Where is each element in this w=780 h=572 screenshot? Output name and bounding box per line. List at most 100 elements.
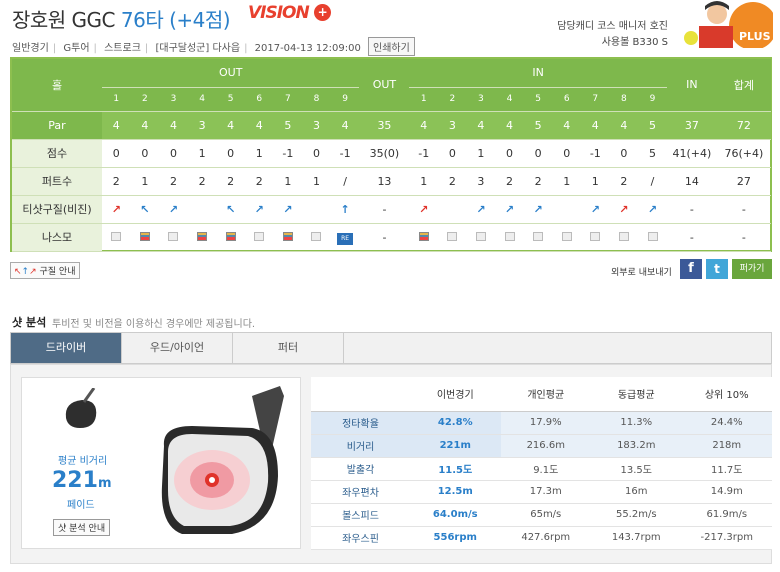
- shot-direction-icon: ↑: [340, 202, 350, 216]
- out-hole-4-value: 1: [187, 139, 217, 168]
- video-icon[interactable]: [418, 231, 429, 241]
- total-label: 합계: [716, 59, 771, 112]
- grand-total-value: 27: [716, 167, 771, 196]
- in-hole-7-value: 4: [581, 111, 610, 140]
- out-hole-7: 7: [273, 87, 303, 112]
- stat-value: 65m/s: [500, 503, 591, 527]
- club-tabs: 드라이버 우드/아이언 퍼터: [10, 332, 772, 364]
- tee-shot-out-2: ↖: [130, 195, 160, 224]
- twitter-icon[interactable]: t: [706, 259, 728, 279]
- out-hole-2-value: 4: [130, 111, 160, 140]
- video-icon[interactable]: [225, 231, 236, 241]
- out-hole-7-value: -1: [273, 139, 303, 168]
- avg-distance-number: 221: [52, 468, 98, 493]
- shot-shape: 페이드: [67, 500, 95, 511]
- video-icon[interactable]: [111, 231, 122, 241]
- shot-analysis-guide-button[interactable]: 샷 분석 안내: [53, 519, 111, 536]
- out-hole-6-value: 1: [244, 139, 274, 168]
- out-hole-4-value: 2: [187, 167, 217, 196]
- stat-value: 61.9m/s: [681, 503, 772, 527]
- stat-value: 11.5도: [410, 457, 501, 481]
- video-icon[interactable]: [139, 231, 150, 241]
- in-hole-4: 4: [495, 87, 524, 112]
- shot-analysis-desc: 투비전 및 비전을 이용하신 경우에만 제공됩니다.: [52, 319, 256, 330]
- out-hole-8-value: 0: [302, 139, 331, 168]
- tab-putter[interactable]: 퍼터: [233, 333, 344, 363]
- stat-label: 발출각: [311, 457, 410, 481]
- video-icon[interactable]: [168, 231, 179, 241]
- video-icon[interactable]: [447, 231, 458, 241]
- stat-value: 9.1도: [500, 457, 591, 481]
- out-hole-8: 8: [302, 87, 331, 112]
- caddy-info: 담당캐디 코스 매니저 호진: [557, 21, 668, 32]
- in-hole-6-value: 0: [552, 139, 581, 168]
- video-icon[interactable]: [618, 231, 629, 241]
- share-button[interactable]: 퍼가기: [732, 259, 772, 279]
- video-icon[interactable]: [197, 231, 208, 241]
- grand-total-value: -: [716, 223, 771, 252]
- tee-shot-out-7: ↗: [273, 195, 303, 224]
- logo-text: VISION: [248, 3, 310, 23]
- out-total-value: 35(0): [359, 139, 410, 168]
- out-hole-1-value: 4: [102, 111, 131, 140]
- video-icon[interactable]: [311, 231, 322, 241]
- in-hole-9: 9: [638, 87, 667, 112]
- hole-label: 홀: [12, 59, 102, 112]
- stat-value: -217.3rpm: [681, 526, 772, 550]
- out-hole-8-value: 3: [302, 111, 331, 140]
- out-hole-1-value: 0: [102, 139, 131, 168]
- out-hole-3: 3: [159, 87, 188, 112]
- in-hole-8-value: 4: [609, 111, 639, 140]
- page-title: 장호원 GGC 76타 (+4점): [12, 4, 231, 33]
- in-hole-7: 7: [581, 87, 610, 112]
- shot-direction-icon: ↗: [619, 202, 629, 216]
- row-label: 점수: [12, 139, 102, 168]
- video-icon[interactable]: [590, 231, 601, 241]
- video-icon[interactable]: [533, 231, 544, 241]
- in-hole-1-value: -1: [409, 139, 439, 168]
- stat-value: 14.9m: [681, 480, 772, 504]
- grand-total-value: 76(+4): [716, 139, 771, 168]
- tab-driver[interactable]: 드라이버: [11, 333, 122, 363]
- row-label: 퍼트수: [12, 167, 102, 196]
- video-icon[interactable]: [282, 231, 293, 241]
- video-icon[interactable]: [475, 231, 486, 241]
- shot-type-guide-button[interactable]: ↖↑↗ 구질 안내: [10, 262, 80, 279]
- meta-datetime: 2017-04-13 12:09:00: [254, 43, 361, 54]
- out-hole-6-value: 4: [244, 111, 274, 140]
- nasmo-out-1: [102, 223, 131, 252]
- in-hole-2-value: 0: [438, 139, 467, 168]
- stat-value: 17.9%: [500, 411, 591, 435]
- video-icon[interactable]: [504, 231, 515, 241]
- grand-total-value: 72: [716, 111, 771, 140]
- tab-wood-iron[interactable]: 우드/아이언: [122, 333, 233, 363]
- in-total-value: 41(+4): [666, 139, 717, 168]
- stats-corner: [311, 377, 410, 412]
- guide-label: 구질 안내: [39, 267, 76, 277]
- row-label: Par: [12, 111, 102, 140]
- avg-distance-unit: m: [97, 476, 112, 491]
- shot-analysis-title: 샷 분석: [12, 316, 47, 329]
- video-icon[interactable]: RE: [337, 232, 354, 245]
- nasmo-in-3: [466, 223, 496, 252]
- facebook-icon[interactable]: f: [680, 259, 702, 279]
- shot-direction-icon: ↗: [504, 202, 515, 216]
- video-icon[interactable]: [647, 231, 658, 241]
- video-icon[interactable]: [561, 231, 572, 241]
- tee-shot-in-3: ↗: [466, 195, 496, 224]
- nasmo-out-9: RE: [330, 223, 360, 252]
- in-hole-2-value: 2: [438, 167, 467, 196]
- in-hole-9-value: /: [638, 167, 667, 196]
- in-hole-1: 1: [409, 87, 439, 112]
- col-peer-avg: 동급평균: [591, 377, 682, 412]
- stats-table: 이번경기 개인평균 동급평균 상위 10% 정타확율 42.8% 17.9% 11.3…: [311, 377, 772, 550]
- nasmo-out-8: [302, 223, 331, 252]
- video-icon[interactable]: [254, 231, 265, 241]
- print-button[interactable]: 인쇄하기: [368, 37, 415, 56]
- stat-label: 볼스피드: [311, 503, 410, 527]
- in-hole-3-value: 1: [466, 139, 496, 168]
- stat-value: 11.7도: [681, 457, 772, 481]
- out-hole-2-value: 1: [130, 167, 160, 196]
- nasmo-out-5: [216, 223, 245, 252]
- out-hole-7-value: 5: [273, 111, 303, 140]
